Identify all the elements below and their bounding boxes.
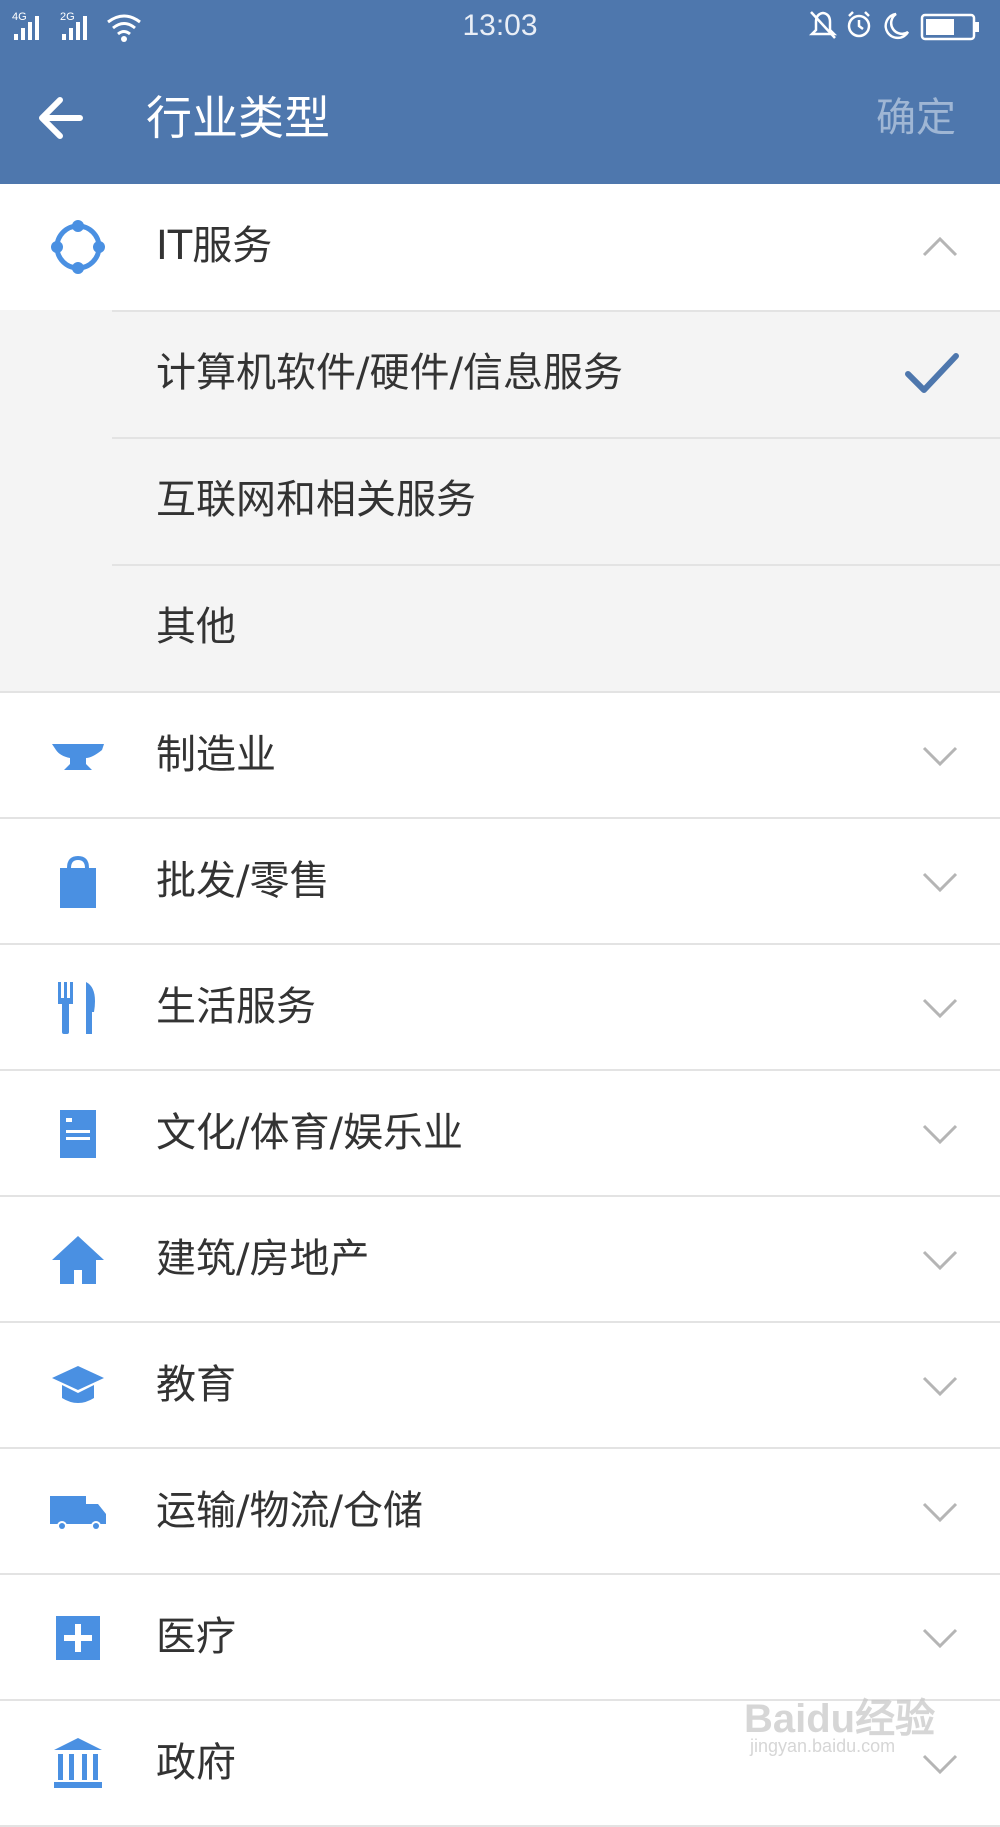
battery-icon xyxy=(920,13,979,41)
confirm-button[interactable]: 确定 xyxy=(876,52,956,184)
chevron-down-icon xyxy=(920,1744,960,1784)
subcategory-item-other[interactable]: 其他 xyxy=(0,564,1000,691)
category-label: 政府 xyxy=(156,1740,236,1786)
truck-icon xyxy=(48,1482,108,1542)
medical-cross-icon xyxy=(48,1608,108,1668)
chevron-down-icon xyxy=(920,1618,960,1658)
category-wholesale-retail[interactable]: 批发/零售 xyxy=(0,819,1000,945)
divider xyxy=(112,564,1000,566)
government-building-icon xyxy=(48,1734,108,1794)
chevron-down-icon xyxy=(920,988,960,1028)
status-bar-right xyxy=(808,8,988,44)
moon-icon xyxy=(884,12,910,40)
category-it-services[interactable]: IT服务 xyxy=(0,184,1000,310)
back-button[interactable] xyxy=(30,86,94,150)
chevron-down-icon xyxy=(920,1492,960,1532)
category-label: 医疗 xyxy=(156,1614,236,1660)
category-life-services[interactable]: 生活服务 xyxy=(0,945,1000,1071)
category-label: 批发/零售 xyxy=(156,858,330,904)
subcategory-list: 计算机软件/硬件/信息服务 互联网和相关服务 其他 xyxy=(0,310,1000,693)
category-label: 教育 xyxy=(156,1362,236,1408)
checkmark-icon xyxy=(904,350,960,396)
alarm-icon xyxy=(847,11,871,38)
category-manufacturing[interactable]: 制造业 xyxy=(0,693,1000,819)
category-label: 文化/体育/娱乐业 xyxy=(156,1110,463,1156)
category-list: IT服务 计算机软件/硬件/信息服务 互联网和相关服务 其他 制造业 批发/零售… xyxy=(0,184,1000,1827)
category-medical[interactable]: 医疗 xyxy=(0,1575,1000,1701)
status-bar: 4G 2G 13:03 xyxy=(0,0,1000,52)
document-icon xyxy=(48,1104,108,1164)
chevron-down-icon xyxy=(920,1240,960,1280)
fork-knife-icon xyxy=(48,978,108,1038)
category-construction-real-estate[interactable]: 建筑/房地产 xyxy=(0,1197,1000,1323)
chevron-down-icon xyxy=(920,736,960,776)
page-title: 行业类型 xyxy=(146,91,330,145)
category-label: 制造业 xyxy=(156,732,276,778)
subcategory-label: 其他 xyxy=(156,604,236,650)
subcategory-item-software[interactable]: 计算机软件/硬件/信息服务 xyxy=(0,310,1000,437)
category-culture-sports-entertainment[interactable]: 文化/体育/娱乐业 xyxy=(0,1071,1000,1197)
app-bar: 行业类型 确定 xyxy=(0,52,1000,184)
graduation-cap-icon xyxy=(48,1356,108,1416)
chevron-down-icon xyxy=(920,1366,960,1406)
subcategory-item-internet[interactable]: 互联网和相关服务 xyxy=(0,437,1000,564)
category-label: 生活服务 xyxy=(156,984,316,1030)
category-transport-logistics[interactable]: 运输/物流/仓储 xyxy=(0,1449,1000,1575)
category-education[interactable]: 教育 xyxy=(0,1323,1000,1449)
subcategory-label: 互联网和相关服务 xyxy=(156,477,476,523)
arrow-left-icon xyxy=(39,97,83,139)
subcategory-label: 计算机软件/硬件/信息服务 xyxy=(156,350,623,396)
chevron-down-icon xyxy=(920,862,960,902)
chevron-up-icon xyxy=(920,227,960,267)
category-label: IT服务 xyxy=(156,223,273,269)
category-label: 运输/物流/仓储 xyxy=(156,1488,423,1534)
category-label: 建筑/房地产 xyxy=(156,1236,370,1282)
category-government[interactable]: 政府 xyxy=(0,1701,1000,1827)
house-icon xyxy=(48,1230,108,1290)
shopping-bag-icon xyxy=(48,852,108,912)
network-icon xyxy=(48,217,108,277)
mute-icon xyxy=(808,11,838,39)
chevron-down-icon xyxy=(920,1114,960,1154)
anvil-icon xyxy=(48,726,108,786)
